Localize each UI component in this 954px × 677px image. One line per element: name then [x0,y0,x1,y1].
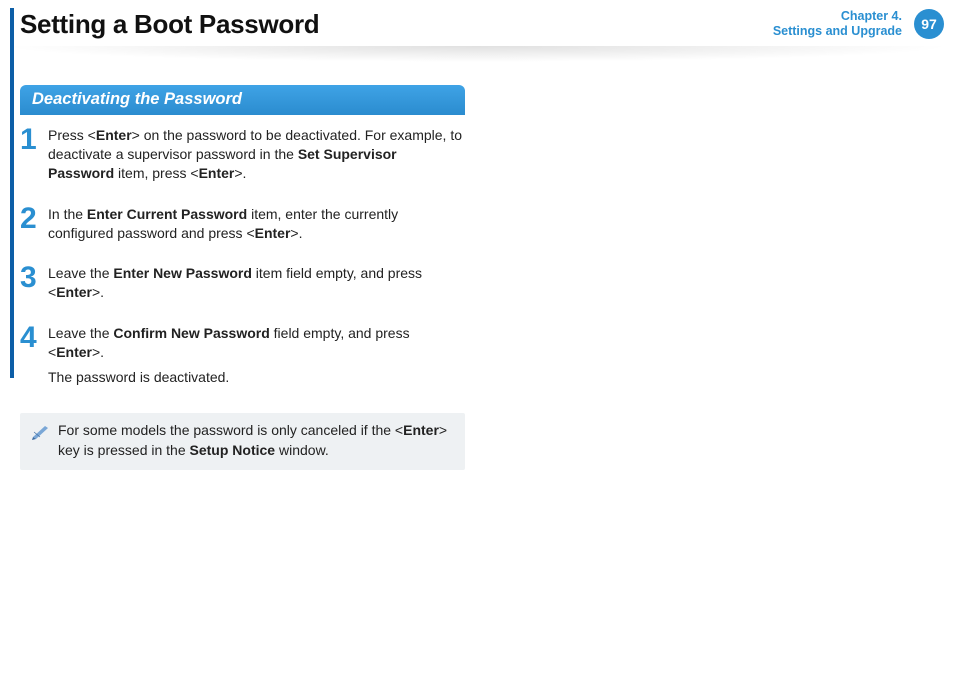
note-text: For some models the password is only can… [58,421,455,460]
step-4-number: 4 [20,324,48,351]
step-3-number: 3 [20,264,48,291]
step-1-number: 1 [20,126,48,153]
step-2: 2 In the Enter Current Password item, en… [20,205,465,249]
step-1-text: Press <Enter> on the password to be deac… [48,126,465,183]
page-number-badge: 97 [914,9,944,39]
page: Setting a Boot Password Chapter 4. Setti… [0,0,954,677]
note-box: For some models the password is only can… [20,413,465,470]
step-4-trailer: The password is deactivated. [48,368,465,387]
step-2-number: 2 [20,205,48,232]
step-4: 4 Leave the Confirm New Password field e… [20,324,465,393]
header-shadow [0,46,954,62]
left-accent-bar [10,8,14,378]
step-1-body: Press <Enter> on the password to be deac… [48,126,465,189]
section-heading: Deactivating the Password [20,85,465,115]
page-title: Setting a Boot Password [20,9,319,40]
step-2-body: In the Enter Current Password item, ente… [48,205,465,249]
chapter-label: Chapter 4. Settings and Upgrade [773,9,902,39]
step-4-body: Leave the Confirm New Password field emp… [48,324,465,393]
step-2-text: In the Enter Current Password item, ente… [48,205,465,243]
step-3: 3 Leave the Enter New Password item fiel… [20,264,465,308]
step-3-body: Leave the Enter New Password item field … [48,264,465,308]
step-1: 1 Press <Enter> on the password to be de… [20,126,465,189]
step-3-text: Leave the Enter New Password item field … [48,264,465,302]
step-4-text: Leave the Confirm New Password field emp… [48,324,465,362]
header: Setting a Boot Password Chapter 4. Setti… [20,6,944,42]
chapter-line1: Chapter 4. [773,9,902,24]
content-column: 1 Press <Enter> on the password to be de… [20,126,465,470]
note-icon [30,423,50,460]
chapter-line2: Settings and Upgrade [773,24,902,39]
header-right: Chapter 4. Settings and Upgrade 97 [773,9,944,39]
